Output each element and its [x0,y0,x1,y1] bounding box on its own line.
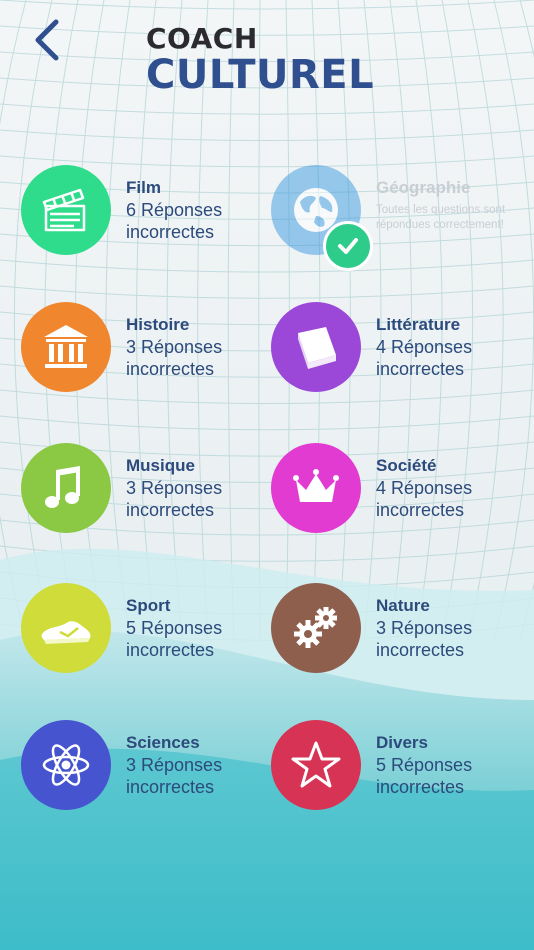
category-status-line1: 5 Réponses [376,755,473,775]
category-status-line1: 4 Réponses [376,478,473,498]
category-status-line2: incorrectes [376,500,465,520]
category-name: Film [126,178,161,197]
museum-icon [44,325,88,368]
category-societe[interactable]: Société 4 Réponses incorrectes [271,443,521,543]
category-litterature[interactable]: Littérature 4 Réponses incorrectes [271,302,521,402]
category-divers[interactable]: Divers 5 Réponses incorrectes [271,720,521,820]
category-status-line1: 4 Réponses [376,337,473,357]
category-name: Sport [126,596,171,615]
category-musique[interactable]: Musique 3 Réponses incorrectes [21,443,271,543]
chevron-left-icon [35,19,59,61]
category-status-line2: répondues correctement! [376,219,504,231]
category-status-line1: Toutes les questions sont [376,204,506,216]
sneaker-icon [41,621,91,644]
book-icon [298,327,336,369]
category-sport[interactable]: Sport 5 Réponses incorrectes [21,583,271,683]
gears-icon [294,607,337,648]
category-status-line2: incorrectes [126,640,215,660]
category-status-line2: incorrectes [376,359,465,379]
category-status-line2: incorrectes [126,500,215,520]
category-divers-circle [271,720,361,810]
category-litterature-circle [271,302,361,392]
atom-icon [42,744,90,786]
category-status-line1: 3 Réponses [126,478,223,498]
category-status-line1: 3 Réponses [376,618,473,638]
category-status-line1: 3 Réponses [126,337,223,357]
category-status-line2: incorrectes [126,359,215,379]
crown-icon [293,469,339,502]
back-button[interactable] [30,18,70,64]
category-sport-circle [21,583,111,673]
clapperboard-icon [42,188,86,232]
star-icon [291,741,341,788]
category-name: Société [376,456,437,475]
category-sciences[interactable]: Sciences 3 Réponses incorrectes [21,720,271,820]
category-status-line1: 5 Réponses [126,618,223,638]
category-histoire[interactable]: Histoire 3 Réponses incorrectes [21,302,271,402]
category-societe-circle [271,443,361,533]
category-name: Nature [376,596,430,615]
category-musique-circle [21,443,111,533]
title-line2: CULTUREL [146,52,375,98]
category-status-line1: 3 Réponses [126,755,223,775]
category-nature[interactable]: Nature 3 Réponses incorrectes [271,583,521,683]
category-name: Géographie [376,178,471,197]
music-note-icon [45,466,80,508]
category-name: Divers [376,733,428,752]
category-sciences-circle [21,720,111,810]
category-status-line2: incorrectes [126,222,215,242]
app-logo-title: COACH CULTUREL [146,22,375,98]
title-line1: COACH [146,22,258,55]
category-nature-circle [271,583,361,673]
category-geographie[interactable]: Géographie Toutes les questions sont rép… [271,165,521,271]
checkmark-icon [338,238,358,254]
category-histoire-circle [21,302,111,392]
category-film[interactable]: Film 6 Réponses incorrectes [21,165,271,265]
category-status-line2: incorrectes [126,777,215,797]
category-name: Musique [126,456,195,475]
category-status-line1: 6 Réponses [126,200,223,220]
category-film-circle [21,165,111,255]
check-badge [323,221,373,271]
category-name: Sciences [126,733,200,752]
category-name: Littérature [376,315,461,334]
category-status-line2: incorrectes [376,640,465,660]
category-name: Histoire [126,315,190,334]
category-status-line2: incorrectes [376,777,465,797]
